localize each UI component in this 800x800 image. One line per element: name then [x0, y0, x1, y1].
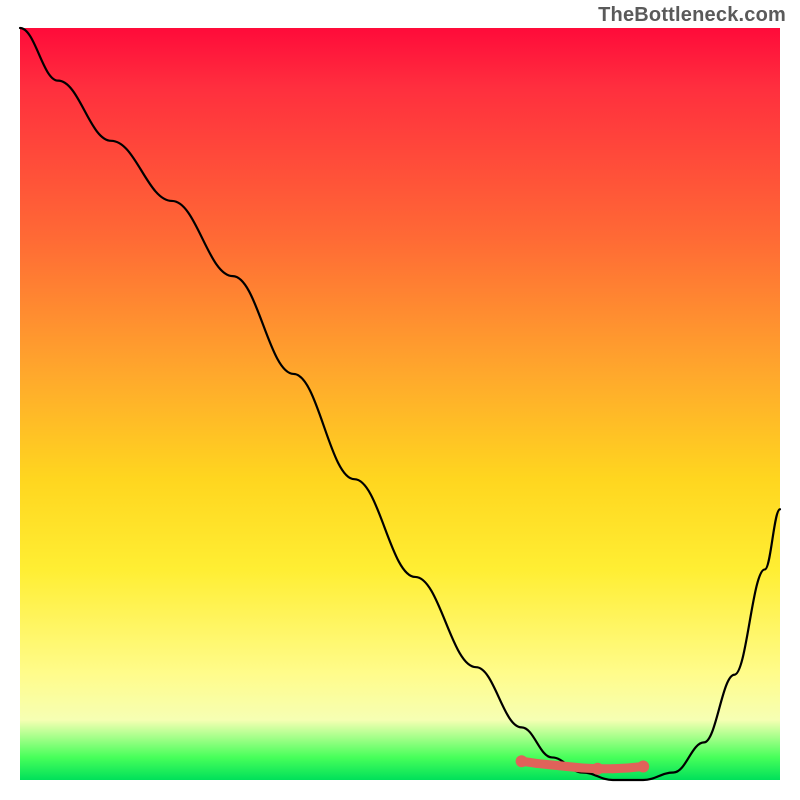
- highlight-dot: [637, 760, 649, 772]
- chart-container: TheBottleneck.com: [0, 0, 800, 800]
- highlight-dot: [592, 763, 604, 775]
- bottleneck-curve: [20, 28, 780, 780]
- highlight-dot: [516, 755, 528, 767]
- highlight-markers: [516, 755, 650, 775]
- watermark-text: TheBottleneck.com: [598, 4, 786, 27]
- chart-svg: [20, 28, 780, 780]
